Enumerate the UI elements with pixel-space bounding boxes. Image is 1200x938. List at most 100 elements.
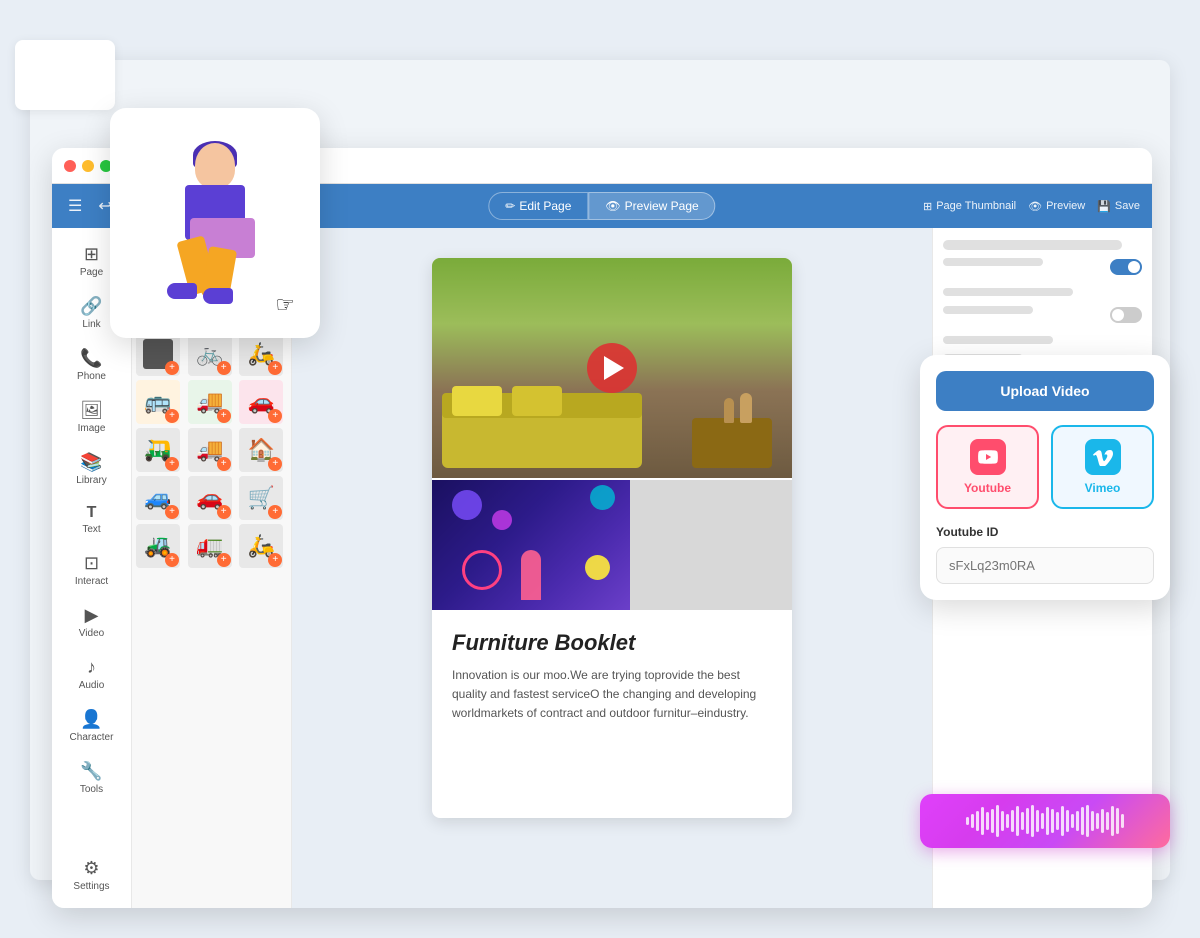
asset-item[interactable]: 🚚 + [188,428,232,472]
wave-bar [971,814,974,828]
props-bar-3 [943,288,1073,296]
asset-item[interactable]: 🛺 + [136,428,180,472]
asset-item[interactable]: 🚛 + [188,524,232,568]
close-button[interactable] [64,160,76,172]
wave-bar [986,812,989,830]
add-asset-btn[interactable]: + [165,457,179,471]
sidebar-item-settings[interactable]: ⚙ Settings [58,850,126,900]
sidebar-item-audio[interactable]: ♪ Audio [58,649,126,699]
add-asset-btn[interactable]: + [268,505,282,519]
asset-item[interactable]: 🛵 + [239,524,283,568]
audio-label: Audio [79,680,105,691]
sidebar-item-image[interactable]: 🖼 Image [58,392,126,442]
wave-bar [1046,807,1049,835]
vimeo-source-button[interactable]: Vimeo [1051,425,1154,509]
asset-item[interactable]: 🚗 + [239,380,283,424]
preview-page-tab[interactable]: 👁 Preview Page [588,192,715,220]
wave-bar [1056,812,1059,830]
canvas-area: Furniture Booklet Innovation is our moo.… [292,228,932,908]
minimize-button[interactable] [82,160,94,172]
add-asset-btn[interactable]: + [165,409,179,423]
sidebar-item-library[interactable]: 📚 Library [58,444,126,494]
add-asset-btn[interactable]: + [217,361,231,375]
sidebar-item-character[interactable]: 👤 Character [58,701,126,751]
add-asset-btn[interactable]: + [217,457,231,471]
character-label: Character [70,732,114,743]
preview-icon: 👁 [605,199,620,213]
wave-bar [1026,808,1029,834]
asset-item[interactable]: 🚲 + [188,332,232,376]
asset-item[interactable]: + [136,332,180,376]
asset-item[interactable]: 🚜 + [136,524,180,568]
audio-icon: ♪ [87,657,96,678]
tools-label: Tools [80,784,103,795]
gray-image [630,480,792,610]
library-label: Library [76,475,107,486]
props-bar-5 [943,336,1053,344]
wave-bar [1121,814,1124,828]
wave-bar [991,809,994,833]
play-button[interactable] [587,343,637,393]
add-asset-btn[interactable]: + [268,361,282,375]
wave-bar [1091,811,1094,831]
interact-icon: ⊡ [84,553,99,574]
add-asset-btn[interactable]: + [268,409,282,423]
props-toggle-2[interactable] [1110,307,1142,323]
add-asset-btn[interactable]: + [268,457,282,471]
props-toggle-1[interactable] [1110,259,1142,275]
sidebar-item-phone[interactable]: 📞 Phone [58,340,126,390]
asset-item[interactable]: 🚚 + [188,380,232,424]
sidebar-item-tools[interactable]: 🔧 Tools [58,753,126,803]
preview-btn[interactable]: 👁 Preview [1028,200,1085,213]
wave-bar [981,807,984,835]
tools-icon: 🔧 [80,761,102,782]
audio-waveform-panel[interactable] [920,794,1170,848]
add-asset-btn[interactable]: + [165,553,179,567]
character-icon: 👤 [80,709,102,730]
video-label: Video [79,628,104,639]
save-btn[interactable]: 💾 Save [1097,200,1140,213]
dark-image[interactable] [432,480,630,610]
asset-item[interactable]: 🛵 + [239,332,283,376]
add-asset-btn[interactable]: + [217,505,231,519]
asset-item[interactable]: 🚌 + [136,380,180,424]
sidebar-item-interact[interactable]: ⊡ Interact [58,545,126,595]
sidebar-item-text[interactable]: T Text [58,496,126,543]
person-shoe-2 [203,288,233,304]
youtube-source-button[interactable]: Youtube [936,425,1039,509]
wave-bar [1066,810,1069,832]
menu-icon[interactable]: ☰ [64,192,86,220]
image-icon: 🖼 [80,400,103,421]
add-asset-btn[interactable]: + [217,409,231,423]
add-asset-btn[interactable]: + [217,553,231,567]
video-area[interactable] [432,258,792,478]
wave-bar [1036,810,1039,832]
youtube-label: Youtube [964,481,1011,495]
settings-icon: ⚙ [83,858,99,879]
illustration-card: ☞ [110,108,320,338]
asset-item[interactable]: 🏠 + [239,428,283,472]
wave-bar [1001,811,1004,831]
asset-item[interactable]: 🛒 + [239,476,283,520]
wave-bar [1061,806,1064,836]
edit-icon: ✏ [505,199,515,213]
text-icon: T [87,504,97,522]
add-asset-btn[interactable]: + [165,505,179,519]
wave-bar [1096,813,1099,829]
wave-bar [1116,808,1119,834]
youtube-id-input[interactable] [936,547,1154,584]
asset-item[interactable]: 🚙 + [136,476,180,520]
image-label: Image [78,423,106,434]
toolbar-center-tabs: ✏ Edit Page 👁 Preview Page [488,192,715,220]
wave-bar [1101,809,1104,833]
upload-video-button[interactable]: Upload Video [936,371,1154,411]
edit-page-label: Edit Page [519,199,571,213]
wave-bar [976,811,979,831]
save-btn-label: Save [1115,200,1140,212]
edit-page-tab[interactable]: ✏ Edit Page [488,192,588,220]
add-asset-btn[interactable]: + [165,361,179,375]
add-asset-btn[interactable]: + [268,553,282,567]
asset-item[interactable]: 🚗 + [188,476,232,520]
page-thumbnail-btn[interactable]: ⊞ Page Thumbnail [923,200,1016,213]
sidebar-item-video[interactable]: ▶ Video [58,597,126,647]
